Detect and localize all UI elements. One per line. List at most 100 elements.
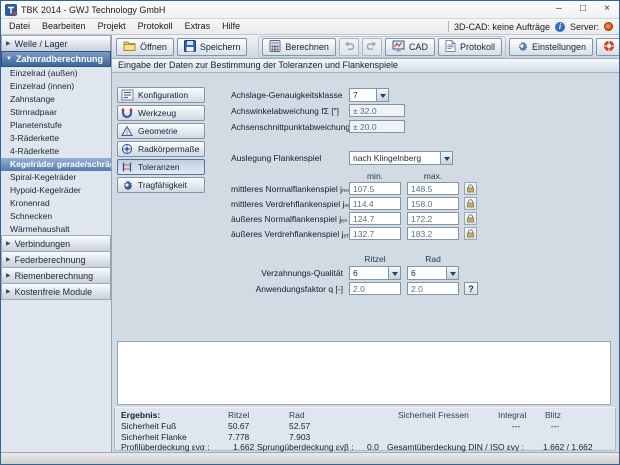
backlash-jmn-max-field[interactable]	[407, 182, 459, 195]
application-factor-wheel-field[interactable]	[407, 282, 459, 295]
sidebar-item-4-raederkette[interactable]: 4-Räderkette	[1, 145, 111, 158]
sidebar-item-zahnstange[interactable]: Zahnstange	[1, 93, 111, 106]
chevron-right-icon: ▶	[6, 289, 11, 295]
chevron-down-icon[interactable]	[440, 152, 452, 164]
cad-button-label: CAD	[408, 41, 428, 52]
lock-button-row4[interactable]	[464, 227, 477, 240]
subnav-radkoerpermasse[interactable]: Radkörpermaße	[117, 141, 205, 157]
subnav-geometrie[interactable]: Geometrie	[117, 123, 205, 139]
quality-wheel-select[interactable]: 6	[407, 266, 459, 280]
backlash-jmn-min-field[interactable]	[349, 182, 401, 195]
titlebar: TBK 2014 - GWJ Technology GmbH – □ ×	[1, 1, 619, 19]
minimize-button[interactable]: –	[547, 1, 571, 18]
menu-datei[interactable]: Datei	[3, 19, 36, 34]
sidebar-item-einzelrad-innen[interactable]: Einzelrad (innen)	[1, 80, 111, 93]
help-button[interactable]: Hilfe	[596, 37, 619, 56]
tolerance-icon	[121, 161, 134, 174]
menu-bearbeiten[interactable]: Bearbeiten	[36, 19, 92, 34]
quality-pinion-value: 6	[353, 268, 358, 278]
sidebar-section-label: Riemenberechnung	[14, 270, 94, 281]
geometry-icon	[121, 124, 134, 138]
subnav-konfiguration[interactable]: Konfiguration	[117, 87, 205, 103]
results-title: Ergebnis:	[121, 410, 161, 420]
root-safety-flash: ---	[550, 421, 560, 431]
profile-overlap-label: Profilüberdeckung εvα :	[121, 442, 210, 452]
min-column-header: min.	[366, 171, 384, 181]
chevron-right-icon: ▶	[6, 41, 11, 47]
application-factor-label: Anwendungsfaktor q [-]	[255, 284, 343, 294]
menu-projekt[interactable]: Projekt	[92, 19, 132, 34]
sidebar-section-label: Zahnradberechnung	[15, 54, 103, 64]
toolbar-group-calc: Berechnen CAD Protokoll	[258, 35, 506, 58]
menu-protokoll[interactable]: Protokoll	[132, 19, 179, 34]
wheel-icon	[121, 143, 134, 156]
backlash-design-select[interactable]: nach Klingelnberg	[349, 151, 453, 165]
undo-button[interactable]	[338, 37, 359, 56]
sidebar-item-schnecken[interactable]: Schnecken	[1, 210, 111, 223]
save-button[interactable]: Speichern	[176, 37, 248, 56]
max-column-header: max.	[423, 171, 443, 181]
lock-button-row2[interactable]	[464, 197, 477, 210]
sidebar-item-3-raederkette[interactable]: 3-Räderkette	[1, 132, 111, 145]
backlash-jmt-max-field[interactable]	[407, 197, 459, 210]
sidebar-section-welle-lager[interactable]: ▶ Welle / Lager	[1, 35, 111, 52]
lock-button-row3[interactable]	[464, 212, 477, 225]
application-factor-pinion-field[interactable]	[349, 282, 401, 295]
subnav-label: Geometrie	[138, 126, 178, 136]
sidebar-item-stirnradpaar[interactable]: Stirnradpaar	[1, 106, 111, 119]
apex-offset-field[interactable]	[349, 120, 405, 133]
accuracy-class-select[interactable]: 7	[349, 88, 389, 102]
results-integral-header: Integral	[498, 410, 527, 420]
config-icon	[121, 89, 134, 102]
calculate-button-label: Berechnen	[285, 41, 329, 52]
close-button[interactable]: ×	[595, 1, 619, 18]
sidebar-section-kostenfreie-module[interactable]: ▶ Kostenfreie Module	[1, 283, 111, 300]
factor-help-button[interactable]: ?	[464, 282, 478, 295]
cad-icon	[392, 40, 405, 54]
lock-button-row1[interactable]	[464, 182, 477, 195]
subnav-werkzeug[interactable]: Werkzeug	[117, 105, 205, 121]
sidebar-item-kegelraeder-gerade-schraeg[interactable]: Kegelräder gerade/schräg	[1, 158, 111, 171]
redo-icon	[366, 40, 378, 54]
cad-button[interactable]: CAD	[384, 37, 435, 56]
backlash-jet-max-field[interactable]	[407, 227, 459, 240]
backlash-jmt-min-field[interactable]	[349, 197, 401, 210]
open-button[interactable]: Öffnen	[116, 37, 174, 56]
protocol-button[interactable]: Protokoll	[437, 37, 502, 56]
sidebar-item-planetenstufe[interactable]: Planetenstufe	[1, 119, 111, 132]
wheel-column-header: Rad	[425, 254, 441, 264]
lock-icon	[467, 184, 474, 193]
redo-button[interactable]	[361, 37, 382, 56]
server-label: Server:	[569, 21, 599, 32]
shaft-angle-field[interactable]	[349, 104, 405, 117]
info-icon[interactable]: i	[554, 21, 565, 32]
sidebar-section-riemenberechnung[interactable]: ▶ Riemenberechnung	[1, 267, 111, 284]
app-window: TBK 2014 - GWJ Technology GmbH – □ × Dat…	[0, 0, 620, 465]
sidebar-item-spiral-kegelraeder[interactable]: Spiral-Kegelräder	[1, 171, 111, 184]
sidebar-section-federberechnung[interactable]: ▶ Federberechnung	[1, 251, 111, 268]
flank-safety-label: Sicherheit Flanke	[121, 432, 187, 442]
subnav-label: Tragfähigkeit	[138, 180, 187, 190]
sidebar-item-kronenrad[interactable]: Kronenrad	[1, 197, 111, 210]
subnav-tragfaehigkeit[interactable]: Tragfähigkeit	[117, 177, 205, 193]
results-pinion-header: Ritzel	[228, 410, 250, 420]
quality-pinion-select[interactable]: 6	[349, 266, 401, 280]
chevron-down-icon[interactable]	[376, 89, 388, 101]
content-area: Konfiguration Werkzeug Geometrie Radkörp…	[112, 73, 619, 452]
menu-hilfe[interactable]: Hilfe	[216, 19, 246, 34]
sidebar-section-verbindungen[interactable]: ▶ Verbindungen	[1, 235, 111, 252]
chevron-down-icon[interactable]	[388, 267, 400, 279]
settings-button[interactable]: Einstellungen	[508, 37, 594, 56]
subnav-toleranzen[interactable]: Toleranzen	[117, 159, 205, 175]
menu-extras[interactable]: Extras	[179, 19, 217, 34]
sidebar-item-hypoid-kegelraeder[interactable]: Hypoid-Kegelräder	[1, 184, 111, 197]
sidebar-item-einzelrad-aussen[interactable]: Einzelrad (außen)	[1, 67, 111, 80]
chevron-down-icon[interactable]	[446, 267, 458, 279]
message-box[interactable]	[117, 341, 611, 405]
maximize-button[interactable]: □	[571, 1, 595, 18]
backlash-jen-min-field[interactable]	[349, 212, 401, 225]
backlash-jet-min-field[interactable]	[349, 227, 401, 240]
backlash-jen-max-field[interactable]	[407, 212, 459, 225]
sidebar-section-zahnradberechnung[interactable]: ▼ Zahnradberechnung	[1, 51, 111, 67]
calculate-button[interactable]: Berechnen	[262, 37, 336, 56]
